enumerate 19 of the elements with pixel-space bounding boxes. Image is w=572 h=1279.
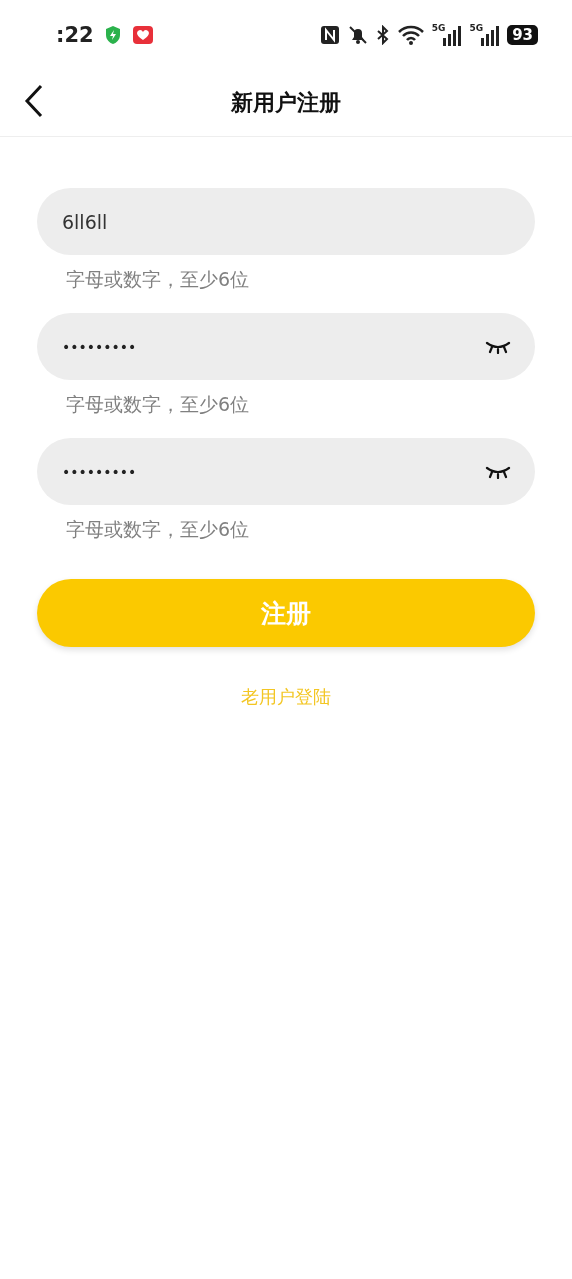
input-field[interactable]: ••••••••• xyxy=(37,313,535,380)
field-hint: 字母或数字，至少6位 xyxy=(65,517,251,542)
wifi-icon xyxy=(397,25,424,45)
shield-icon xyxy=(103,25,122,45)
field-hint: 字母或数字，至少6位 xyxy=(65,392,251,417)
nfc-icon xyxy=(319,25,340,45)
closed-eye-icon[interactable] xyxy=(485,464,511,479)
input-field[interactable]: ••••••••• xyxy=(37,438,535,505)
back-icon[interactable] xyxy=(24,84,44,118)
status-time: :22 xyxy=(56,23,94,47)
bluetooth-icon xyxy=(375,25,390,45)
battery-level: 93 xyxy=(507,25,538,45)
muted-bell-icon xyxy=(347,25,368,45)
network-type: 5G xyxy=(431,24,446,33)
input-field[interactable]: 6ll6ll xyxy=(37,188,535,255)
closed-eye-icon[interactable] xyxy=(485,339,511,354)
network-type: 5G xyxy=(469,24,484,33)
page-title: 新用户注册 xyxy=(231,89,341,117)
field-hint: 字母或数字，至少6位 xyxy=(65,267,251,292)
